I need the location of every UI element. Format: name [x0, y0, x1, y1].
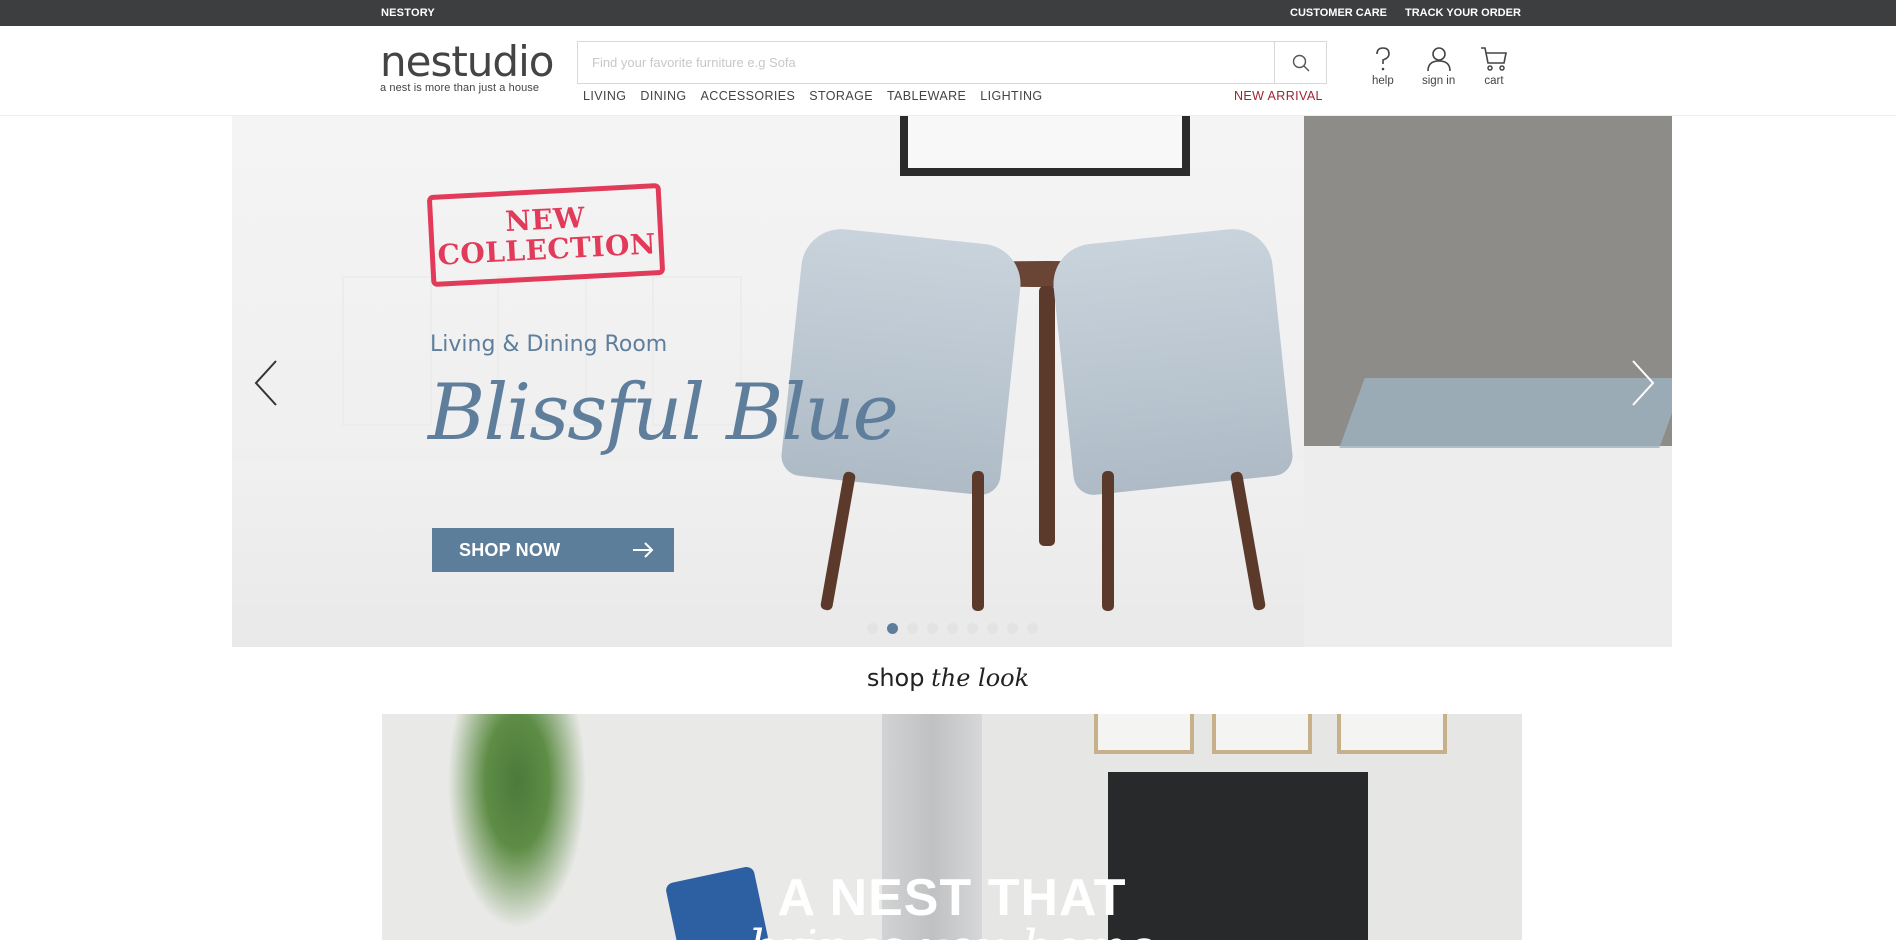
wall-art-image — [1337, 714, 1447, 754]
wall-frame-image — [900, 116, 1190, 176]
top-links: CUSTOMER CARE TRACK YOUR ORDER — [1290, 7, 1521, 19]
main-nav: LIVING DINING ACCESSORIES STORAGE TABLEW… — [583, 89, 1043, 103]
arrow-right-icon — [633, 542, 654, 558]
carousel-prev-button[interactable] — [252, 358, 282, 408]
hero-carousel[interactable]: NEW COLLECTION Living & Dining Room Blis… — [232, 116, 1672, 647]
hero-script-title: Blissful Blue — [428, 368, 899, 458]
carousel-dot[interactable] — [867, 623, 878, 634]
search-bar — [577, 41, 1327, 84]
logo[interactable]: nestudio a nest is more than just a hous… — [380, 37, 554, 95]
sign-in-label: sign in — [1422, 75, 1456, 87]
nav-storage[interactable]: STORAGE — [809, 89, 873, 103]
nestory-link[interactable]: NESTORY — [381, 7, 435, 19]
carousel-dot[interactable] — [1007, 623, 1018, 634]
dining-chair-image — [1049, 225, 1295, 497]
nav-new-arrival[interactable]: NEW ARRIVAL — [1234, 89, 1323, 103]
table-leg — [1039, 286, 1055, 546]
banner-headline: A NEST THAT — [777, 869, 1127, 927]
stamp-text: NEW COLLECTION — [436, 200, 657, 272]
carousel-dot[interactable] — [907, 623, 918, 634]
banner-subline: brings you home — [382, 920, 1522, 940]
hero-subtitle: Living & Dining Room — [430, 332, 668, 357]
carousel-dot[interactable] — [887, 623, 898, 634]
nav-accessories[interactable]: ACCESSORIES — [701, 89, 796, 103]
carousel-dot[interactable] — [947, 623, 958, 634]
customer-care-link[interactable]: CUSTOMER CARE — [1290, 7, 1387, 19]
cart-link[interactable]: cart — [1480, 46, 1508, 87]
wall-panel — [342, 276, 432, 426]
nav-dining[interactable]: DINING — [640, 89, 686, 103]
shop-now-button[interactable]: SHOP NOW — [432, 528, 674, 572]
new-collection-stamp: NEW COLLECTION — [426, 182, 666, 288]
search-icon — [1292, 54, 1309, 71]
shop-the-look-part2: the look — [931, 664, 1030, 692]
question-icon — [1376, 47, 1390, 71]
nav-tableware[interactable]: TABLEWARE — [887, 89, 966, 103]
help-label: help — [1372, 75, 1394, 87]
carousel-next-button[interactable] — [1627, 358, 1657, 408]
wall-art-image — [1212, 714, 1312, 754]
carousel-dot[interactable] — [927, 623, 938, 634]
carousel-dots — [867, 623, 1038, 634]
track-order-link[interactable]: TRACK YOUR ORDER — [1405, 7, 1521, 19]
carousel-dot[interactable] — [1027, 623, 1038, 634]
nav-living[interactable]: LIVING — [583, 89, 626, 103]
top-bar: NESTORY CUSTOMER CARE TRACK YOUR ORDER — [0, 0, 1896, 26]
shop-now-label: SHOP NOW — [459, 539, 561, 560]
carousel-dot[interactable] — [987, 623, 998, 634]
help-link[interactable]: help — [1372, 46, 1394, 87]
search-button[interactable] — [1274, 42, 1326, 83]
rug-image — [1339, 378, 1672, 448]
nav-lighting[interactable]: LIGHTING — [980, 89, 1042, 103]
sign-in-link[interactable]: sign in — [1422, 46, 1455, 87]
site-header: nestudio a nest is more than just a hous… — [0, 26, 1896, 116]
logo-tagline: a nest is more than just a house — [380, 82, 540, 94]
carousel-dot[interactable] — [967, 623, 978, 634]
cart-icon — [1481, 47, 1507, 71]
chevron-left-icon — [254, 360, 277, 406]
chair-leg — [972, 471, 984, 611]
wall-art-image — [1094, 714, 1194, 754]
user-icon — [1426, 47, 1451, 72]
shop-the-look-heading: shop the look — [0, 664, 1896, 693]
search-input[interactable] — [578, 42, 1274, 83]
logo-name: nestudio — [380, 37, 554, 86]
cart-label: cart — [1484, 75, 1504, 87]
shop-the-look-part1: shop — [866, 664, 925, 692]
hero-room-floor — [1304, 446, 1672, 647]
chair-leg — [1102, 471, 1114, 611]
chevron-right-icon — [1632, 360, 1655, 406]
shop-the-look-banner[interactable]: A NEST THAT brings you home — [382, 714, 1522, 940]
